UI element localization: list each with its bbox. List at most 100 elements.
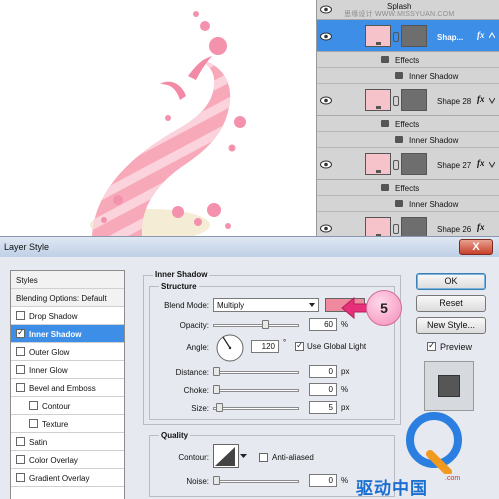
checkbox[interactable] <box>16 383 25 392</box>
blend-mode-value: Multiply <box>217 301 245 310</box>
eye-icon[interactable] <box>320 5 332 14</box>
link-icon <box>393 96 399 106</box>
reset-button[interactable]: Reset <box>416 295 486 312</box>
eye-icon[interactable] <box>395 72 403 79</box>
eye-icon[interactable] <box>395 200 403 207</box>
vector-mask-thumbnail <box>401 25 427 47</box>
eye-icon[interactable] <box>395 136 403 143</box>
blend-mode-select[interactable]: Multiply <box>213 298 319 312</box>
effects-row[interactable]: Effects <box>317 116 499 132</box>
style-item-bevel-emboss[interactable]: Bevel and Emboss <box>11 379 124 397</box>
checkbox[interactable] <box>16 437 25 446</box>
chevron-up-icon[interactable] <box>488 32 496 40</box>
distance-slider-handle[interactable] <box>213 367 220 376</box>
angle-label: Angle: <box>186 343 209 352</box>
effects-label: Effects <box>395 56 420 65</box>
size-label: Size: <box>191 404 209 413</box>
preview-checkbox[interactable] <box>427 340 436 351</box>
opacity-input[interactable]: 60 <box>309 318 337 331</box>
fx-icon[interactable]: fx <box>477 222 485 232</box>
fx-icon[interactable]: fx <box>477 30 485 40</box>
dialog-titlebar[interactable]: Layer Style X <box>0 237 499 257</box>
size-slider-handle[interactable] <box>216 403 223 412</box>
contour-preview[interactable] <box>213 444 239 468</box>
effects-row[interactable]: Effects <box>317 52 499 68</box>
style-label: Color Overlay <box>29 456 78 465</box>
eye-icon[interactable] <box>320 96 332 105</box>
style-item-satin[interactable]: Satin <box>11 433 124 451</box>
layers-panel[interactable]: Splash Shap... fx Effects Inner Shadow S… <box>316 0 499 236</box>
choke-slider-handle[interactable] <box>213 385 220 394</box>
style-item-texture[interactable]: Texture <box>11 415 124 433</box>
effects-icon <box>381 184 389 191</box>
chevron-down-icon[interactable] <box>240 452 247 460</box>
checkbox[interactable] <box>16 473 25 482</box>
effect-inner-shadow-row[interactable]: Inner Shadow <box>317 196 499 212</box>
layer-row-selected[interactable]: Shap... fx <box>317 20 499 52</box>
vector-mask-thumbnail <box>401 217 427 236</box>
noise-slider-handle[interactable] <box>213 476 220 485</box>
choke-input[interactable]: 0 <box>309 383 337 396</box>
ok-button[interactable]: OK <box>416 273 486 290</box>
link-icon <box>393 32 399 42</box>
anti-aliased-checkbox[interactable] <box>259 453 268 462</box>
style-label: Texture <box>42 420 69 429</box>
fx-icon[interactable]: fx <box>477 94 485 104</box>
checkbox[interactable] <box>29 401 38 410</box>
styles-header[interactable]: Styles <box>11 271 124 289</box>
effects-row[interactable]: Effects <box>317 180 499 196</box>
layer-thumbnail <box>365 153 391 175</box>
checkbox[interactable] <box>16 455 25 464</box>
eye-icon[interactable] <box>320 160 332 169</box>
checkbox[interactable] <box>16 347 25 356</box>
style-item-contour[interactable]: Contour <box>11 397 124 415</box>
close-button[interactable]: X <box>459 239 493 255</box>
style-item-inner-glow[interactable]: Inner Glow <box>11 361 124 379</box>
layer-row-shape-27[interactable]: Shape 27 fx <box>317 148 499 180</box>
size-input[interactable]: 5 <box>309 401 337 414</box>
layer-row-shape-28[interactable]: Shape 28 fx <box>317 84 499 116</box>
link-icon <box>393 224 399 234</box>
eye-icon[interactable] <box>320 32 332 41</box>
opacity-slider-handle[interactable] <box>261 320 269 329</box>
style-item-color-overlay[interactable]: Color Overlay <box>11 451 124 469</box>
layer-row-shape-26[interactable]: Shape 26 fx <box>317 212 499 236</box>
structure-title: Structure <box>159 282 199 291</box>
layer-name: Shape 27 <box>437 161 472 170</box>
eye-icon[interactable] <box>320 224 332 233</box>
layer-thumbnail <box>365 89 391 111</box>
checkbox[interactable] <box>16 327 25 338</box>
effect-inner-shadow-row[interactable]: Inner Shadow <box>317 68 499 84</box>
style-preview-box <box>424 361 474 411</box>
angle-dial[interactable] <box>215 333 245 363</box>
styles-list[interactable]: Styles Blending Options: Default Drop Sh… <box>10 270 125 499</box>
style-label: Inner Glow <box>29 366 68 375</box>
checkbox[interactable] <box>16 311 25 320</box>
angle-input[interactable]: 120 <box>251 340 279 353</box>
artwork-canvas[interactable] <box>0 0 316 236</box>
chevron-down-icon[interactable] <box>488 96 496 104</box>
chevron-down-icon[interactable] <box>488 160 496 168</box>
blending-options-item[interactable]: Blending Options: Default <box>11 289 124 307</box>
use-global-light-checkbox[interactable] <box>295 340 304 351</box>
style-item-outer-glow[interactable]: Outer Glow <box>11 343 124 361</box>
size-slider[interactable] <box>213 407 299 410</box>
style-item-drop-shadow[interactable]: Drop Shadow <box>11 307 124 325</box>
style-label: Contour <box>42 402 71 411</box>
effects-label: Effects <box>395 184 420 193</box>
noise-slider[interactable] <box>213 480 299 483</box>
style-label: Outer Glow <box>29 348 70 357</box>
fx-icon[interactable]: fx <box>477 158 485 168</box>
opacity-slider[interactable] <box>213 324 299 327</box>
checkbox[interactable] <box>16 365 25 374</box>
style-item-gradient-overlay[interactable]: Gradient Overlay <box>11 469 124 487</box>
blending-options-label: Blending Options: Default <box>16 294 107 303</box>
checkbox[interactable] <box>29 419 38 428</box>
new-style-button[interactable]: New Style... <box>416 317 486 334</box>
effect-inner-shadow-row[interactable]: Inner Shadow <box>317 132 499 148</box>
style-item-inner-shadow[interactable]: Inner Shadow <box>11 325 124 343</box>
distance-input[interactable]: 0 <box>309 365 337 378</box>
choke-slider[interactable] <box>213 389 299 392</box>
distance-slider[interactable] <box>213 371 299 374</box>
noise-input[interactable]: 0 <box>309 474 337 487</box>
